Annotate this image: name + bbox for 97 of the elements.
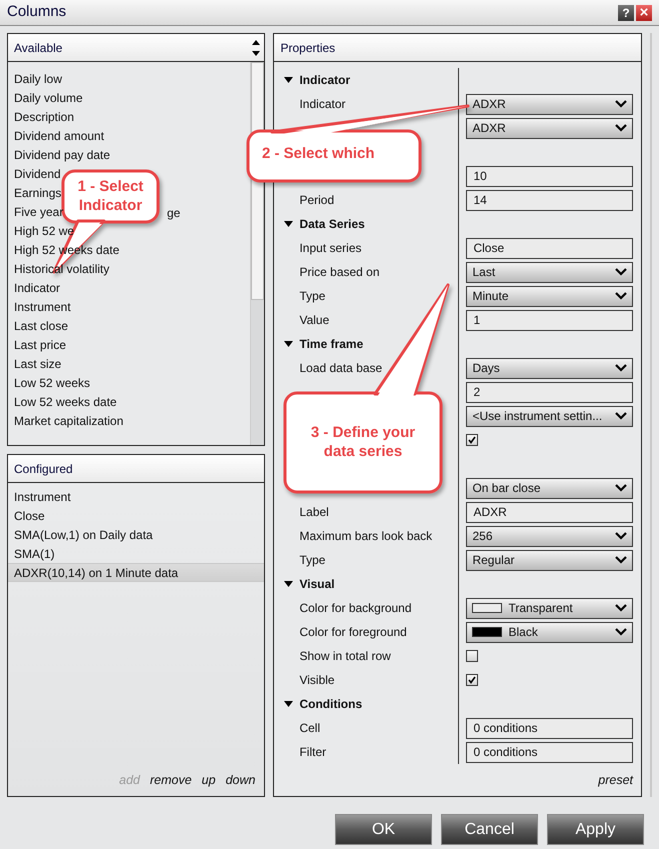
property-label: Value bbox=[299, 312, 330, 329]
chevron-down-icon bbox=[615, 124, 628, 132]
dropdown[interactable]: Days bbox=[466, 358, 634, 378]
list-item[interactable]: Market capitalization bbox=[14, 412, 124, 430]
help-button[interactable]: ? bbox=[618, 4, 634, 20]
property-label: Filter bbox=[299, 744, 326, 761]
chevron-down-icon bbox=[615, 268, 628, 276]
property-label: Period bbox=[299, 192, 334, 209]
input-field[interactable]: 0 conditions bbox=[466, 742, 634, 762]
property-label: Show in total row bbox=[299, 648, 391, 665]
dropdown[interactable]: 256 bbox=[466, 526, 634, 546]
section-header: Time frame bbox=[299, 336, 364, 353]
window-title: Columns bbox=[7, 2, 68, 22]
action-link[interactable]: up bbox=[202, 771, 216, 790]
property-label: Load data base bbox=[299, 360, 382, 377]
section-header: Data Series bbox=[299, 216, 365, 233]
checkbox[interactable] bbox=[466, 650, 478, 662]
property-label: Price based on bbox=[299, 264, 380, 281]
input-field[interactable]: 10 bbox=[466, 166, 634, 186]
list-item[interactable]: Dividend bbox=[14, 164, 61, 182]
chevron-down-icon bbox=[615, 364, 628, 372]
checkbox[interactable] bbox=[466, 434, 478, 446]
list-item[interactable]: Low 52 weeks bbox=[14, 374, 90, 392]
close-button[interactable]: × bbox=[636, 4, 652, 20]
chevron-down-icon bbox=[615, 604, 628, 612]
list-item[interactable]: Daily volume bbox=[14, 88, 83, 106]
configured-item[interactable]: Close bbox=[8, 506, 264, 525]
input-field[interactable]: 1 bbox=[466, 310, 634, 330]
input-field[interactable]: 2 bbox=[466, 382, 634, 402]
dropdown[interactable]: On bar close bbox=[466, 478, 634, 498]
list-item-tail: ge bbox=[167, 205, 180, 222]
dropdown[interactable]: Minute bbox=[466, 286, 634, 306]
dropdown[interactable]: Last bbox=[466, 262, 634, 282]
input-field[interactable]: 14 bbox=[466, 190, 634, 210]
sort-arrows-icon[interactable] bbox=[252, 39, 260, 57]
callout-text: 3 - Define your data series bbox=[310, 423, 416, 461]
input-field[interactable]: ADXR bbox=[466, 502, 634, 522]
chevron-down-icon bbox=[615, 556, 628, 564]
chevron-down-icon bbox=[615, 100, 628, 108]
list-item[interactable]: Last close bbox=[14, 316, 68, 334]
configured-item[interactable]: ADXR(10,14) on 1 Minute data bbox=[8, 563, 264, 582]
list-item[interactable]: Dividend amount bbox=[14, 126, 104, 144]
configured-item[interactable]: SMA(1) bbox=[8, 544, 264, 563]
section-header: Visual bbox=[299, 576, 335, 593]
collapse-triangle-icon[interactable] bbox=[284, 221, 294, 227]
property-label: Input series bbox=[299, 240, 362, 257]
collapse-triangle-icon[interactable] bbox=[284, 701, 294, 707]
property-label: Maximum bars look back bbox=[299, 528, 432, 545]
dropdown[interactable]: ADXR bbox=[466, 118, 634, 138]
property-label: Type bbox=[299, 552, 326, 569]
input-field[interactable]: 0 conditions bbox=[466, 718, 634, 738]
action-link[interactable]: down bbox=[226, 771, 256, 790]
panel-title: Properties bbox=[280, 40, 336, 56]
preset-link[interactable]: preset bbox=[598, 771, 634, 790]
configured-item[interactable]: Instrument bbox=[8, 487, 264, 506]
chevron-down-icon bbox=[615, 532, 628, 540]
input-field[interactable]: Close bbox=[466, 238, 634, 258]
panel-title: Available bbox=[14, 40, 62, 56]
collapse-triangle-icon[interactable] bbox=[284, 77, 294, 83]
collapse-triangle-icon[interactable] bbox=[284, 341, 294, 347]
dropdown[interactable]: ADXR bbox=[466, 94, 634, 114]
color-dropdown[interactable]: Black bbox=[466, 622, 634, 642]
chevron-down-icon bbox=[615, 628, 628, 636]
property-label: Indicator bbox=[299, 96, 346, 113]
section-header: Indicator bbox=[299, 72, 350, 89]
list-item[interactable]: Low 52 weeks date bbox=[14, 392, 117, 410]
callout-text: 2 - Select which bbox=[262, 144, 375, 163]
list-item[interactable]: Daily low bbox=[14, 70, 62, 88]
dropdown[interactable]: <Use instrument settin... bbox=[466, 406, 634, 426]
color-dropdown[interactable]: Transparent bbox=[466, 598, 634, 618]
dropdown[interactable]: Regular bbox=[466, 550, 634, 570]
list-item[interactable]: Indicator bbox=[14, 278, 60, 296]
property-label: Type bbox=[299, 288, 326, 305]
property-label: Color for background bbox=[299, 600, 412, 617]
chevron-down-icon bbox=[615, 412, 628, 420]
property-label: Cell bbox=[299, 720, 320, 737]
dialog-button[interactable]: OK bbox=[335, 814, 432, 845]
property-label: Color for foreground bbox=[299, 624, 407, 641]
list-item[interactable]: Last price bbox=[14, 336, 66, 354]
property-label: Visible bbox=[299, 672, 335, 689]
panel-title: Configured bbox=[14, 460, 73, 478]
configured-item[interactable]: SMA(Low,1) on Daily data bbox=[8, 525, 264, 544]
list-item[interactable]: Description bbox=[14, 108, 74, 126]
chevron-down-icon bbox=[615, 484, 628, 492]
list-item[interactable]: Instrument bbox=[14, 298, 71, 316]
checkbox[interactable] bbox=[466, 674, 478, 686]
action-link[interactable]: remove bbox=[150, 771, 192, 790]
collapse-triangle-icon[interactable] bbox=[284, 581, 294, 587]
section-header: Conditions bbox=[299, 696, 362, 713]
callout-text: 1 - Select Indicator bbox=[76, 177, 144, 215]
list-item[interactable]: Earnings bbox=[14, 184, 62, 202]
chevron-down-icon bbox=[615, 292, 628, 300]
list-item[interactable]: Dividend pay date bbox=[14, 146, 110, 164]
property-label: Label bbox=[299, 504, 329, 521]
dialog-button[interactable]: Cancel bbox=[441, 814, 538, 845]
dialog-button[interactable]: Apply bbox=[547, 814, 644, 845]
list-item[interactable]: Last size bbox=[14, 354, 62, 372]
